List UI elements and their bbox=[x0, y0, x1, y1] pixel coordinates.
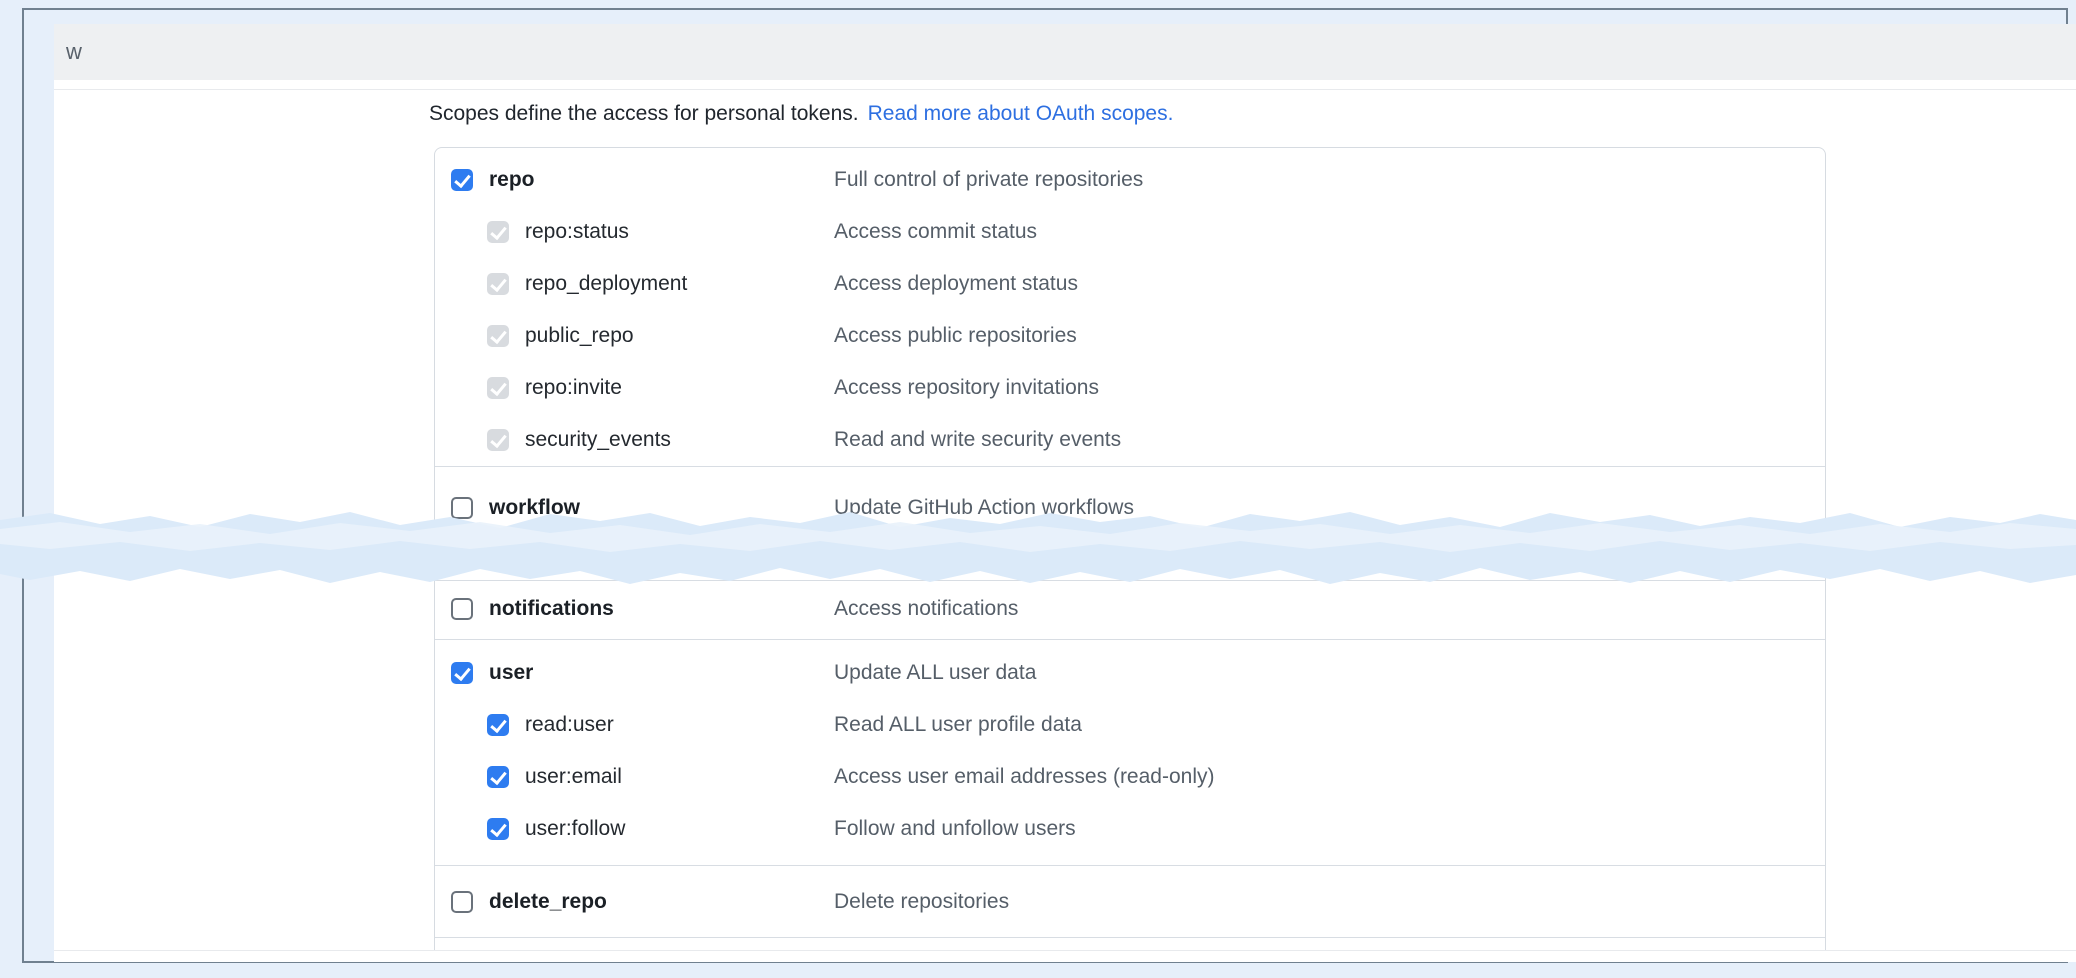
scope-label[interactable]: notifications bbox=[489, 597, 614, 621]
scopes-header-intro: Scopes define the access for personal to… bbox=[429, 102, 859, 125]
repo:status-checkbox bbox=[487, 221, 509, 243]
scope-description: Access notifications bbox=[834, 597, 1018, 621]
scope-label: security_events bbox=[525, 428, 671, 452]
topbar-divider bbox=[54, 89, 2076, 90]
scope-description: Full control of private repositories bbox=[834, 168, 1143, 192]
scope-description: Read and write security events bbox=[834, 428, 1121, 452]
oauth-scopes-link[interactable]: Read more about OAuth scopes. bbox=[868, 102, 1174, 125]
scope-label: repo:invite bbox=[525, 376, 622, 400]
scope-row: notifications Access notifications bbox=[435, 583, 1825, 635]
scope-description: Read ALL user profile data bbox=[834, 713, 1082, 737]
scope-section: repo Full control of private repositorie… bbox=[435, 148, 1825, 466]
workflow-checkbox[interactable] bbox=[451, 497, 473, 519]
scope-description: Access public repositories bbox=[834, 324, 1077, 348]
scope-label[interactable]: read:user bbox=[525, 713, 614, 737]
scope-description: Access deployment status bbox=[834, 272, 1078, 296]
scopes-box: repo Full control of private repositorie… bbox=[434, 147, 1826, 951]
scope-label[interactable]: delete_repo bbox=[489, 890, 607, 914]
repo:invite-checkbox bbox=[487, 377, 509, 399]
read:user-checkbox[interactable] bbox=[487, 714, 509, 736]
notifications-checkbox[interactable] bbox=[451, 598, 473, 620]
scope-row: security_events Read and write security … bbox=[435, 414, 1825, 466]
scope-row: user:email Access user email addresses (… bbox=[435, 751, 1825, 803]
delete_repo-checkbox[interactable] bbox=[451, 891, 473, 913]
scope-description: Delete repositories bbox=[834, 890, 1009, 914]
scope-description: Access user email addresses (read-only) bbox=[834, 765, 1214, 789]
scope-description: Follow and unfollow users bbox=[834, 817, 1076, 841]
top-input-bar[interactable]: w bbox=[54, 24, 2076, 80]
user:email-checkbox[interactable] bbox=[487, 766, 509, 788]
repo_deployment-checkbox bbox=[487, 273, 509, 295]
scope-label: repo_deployment bbox=[525, 272, 687, 296]
top-input-bar-text: w bbox=[66, 39, 82, 64]
scope-section: user Update ALL user data read:user Read… bbox=[435, 639, 1825, 855]
scope-label[interactable]: user:follow bbox=[525, 817, 625, 841]
scope-row: repo:invite Access repository invitation… bbox=[435, 362, 1825, 414]
scope-label[interactable]: workflow bbox=[489, 496, 580, 520]
scope-row: read:user Read ALL user profile data bbox=[435, 699, 1825, 751]
scope-row: repo:status Access commit status bbox=[435, 206, 1825, 258]
scope-description: Update GitHub Action workflows bbox=[834, 496, 1134, 520]
scope-section: delete_repo Delete repositories bbox=[435, 865, 1825, 928]
scope-row: repo Full control of private repositorie… bbox=[435, 154, 1825, 206]
scope-label[interactable]: user:email bbox=[525, 765, 622, 789]
scope-row: workflow Update GitHub Action workflows bbox=[435, 482, 1825, 534]
scope-label: public_repo bbox=[525, 324, 634, 348]
scope-description: Access repository invitations bbox=[834, 376, 1099, 400]
scope-section: notifications Access notifications bbox=[435, 580, 1825, 635]
scope-row: user:follow Follow and unfollow users bbox=[435, 803, 1825, 855]
scope-label[interactable]: repo bbox=[489, 168, 535, 192]
screenshot-root: { "app": { "top_bar_text": "w" }, "heade… bbox=[0, 0, 2076, 978]
scope-row: repo_deployment Access deployment status bbox=[435, 258, 1825, 310]
repo-checkbox[interactable] bbox=[451, 169, 473, 191]
scope-label[interactable]: user bbox=[489, 661, 533, 685]
scope-section: workflow Update GitHub Action workflows bbox=[435, 466, 1825, 534]
scope-row: user Update ALL user data bbox=[435, 647, 1825, 699]
scope-label: repo:status bbox=[525, 220, 629, 244]
content-panel: w Scopes define the access for personal … bbox=[54, 24, 2076, 962]
user:follow-checkbox[interactable] bbox=[487, 818, 509, 840]
public_repo-checkbox bbox=[487, 325, 509, 347]
scope-description: Access commit status bbox=[834, 220, 1037, 244]
user-checkbox[interactable] bbox=[451, 662, 473, 684]
scope-row: public_repo Access public repositories bbox=[435, 310, 1825, 362]
security_events-checkbox bbox=[487, 429, 509, 451]
scope-description: Update ALL user data bbox=[834, 661, 1036, 685]
bottom-divider bbox=[54, 950, 2076, 951]
scope-row: delete_repo Delete repositories bbox=[435, 876, 1825, 928]
scopes-header: Scopes define the access for personal to… bbox=[429, 100, 1173, 128]
outer-panel-frame: w Scopes define the access for personal … bbox=[22, 8, 2068, 963]
